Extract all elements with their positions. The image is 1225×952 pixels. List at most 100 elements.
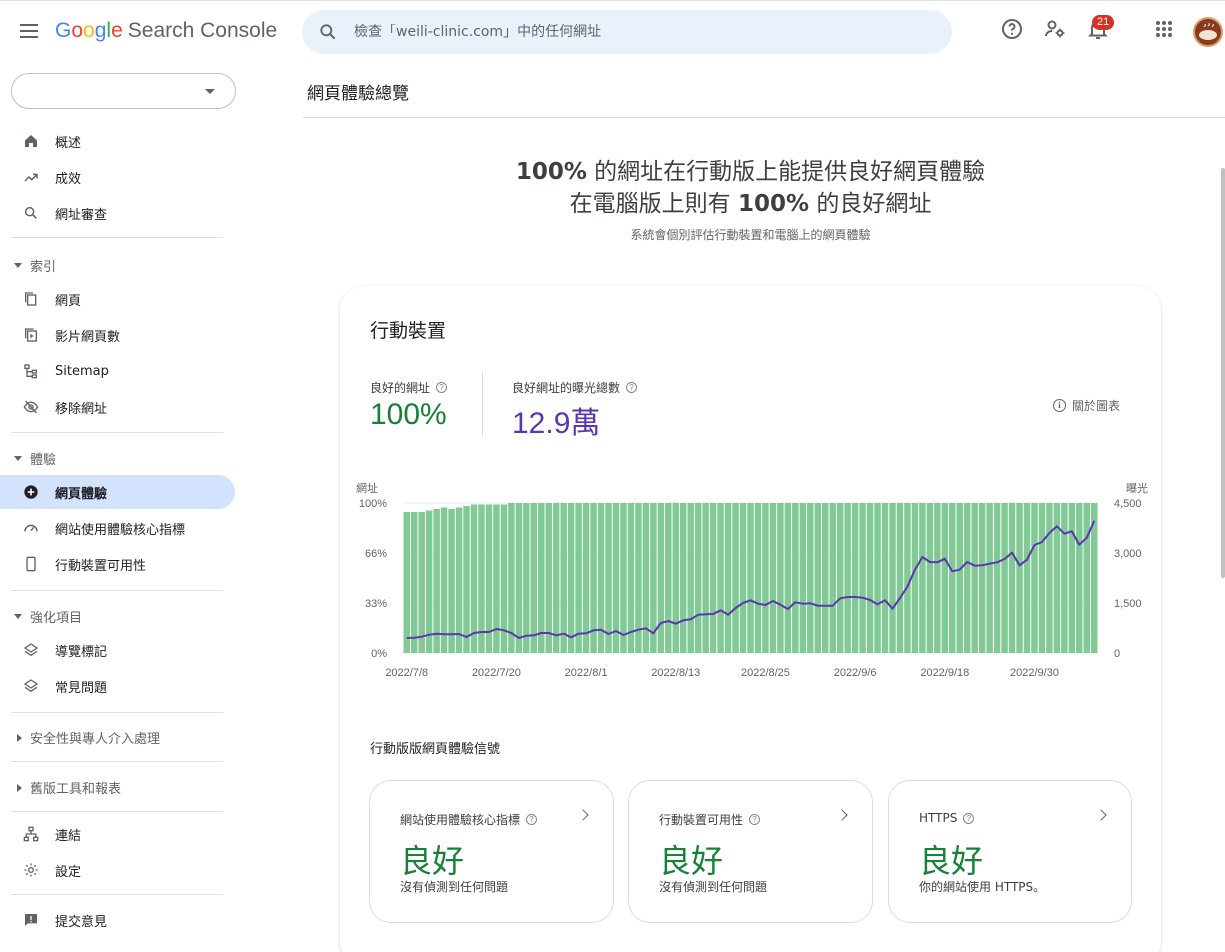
bar-good-urls [523, 503, 530, 653]
sidebar-item-page-experience[interactable]: 網頁體驗 [0, 475, 235, 509]
bar-good-urls [672, 503, 680, 653]
bar-good-urls [1076, 503, 1083, 653]
x-tick-label: 2022/7/8 [385, 667, 428, 679]
hero-desktop-summary: 在電腦版上則有 100% 的良好網址 [303, 184, 1198, 218]
bar-good-urls [455, 507, 463, 653]
y-tick-right: 0 [1114, 648, 1120, 660]
search-input[interactable] [354, 24, 914, 40]
bar-good-urls [1068, 503, 1076, 653]
bar-good-urls [552, 503, 560, 653]
sidebar-item-overview[interactable]: 概述 [0, 124, 235, 158]
sidebar-item-video-pages[interactable]: 影片網頁數 [0, 318, 235, 352]
signal-card-https[interactable]: HTTPS? 良好 你的網站使用 HTTPS。 [888, 780, 1132, 923]
sidebar-item-links[interactable]: 連結 [0, 817, 235, 851]
signal-label-text: 網站使用體驗核心指標 [400, 813, 521, 827]
bar-good-urls [978, 503, 986, 653]
y-tick-left: 0% [371, 648, 387, 660]
hero-desktop-text-post: 的良好網址 [809, 191, 932, 217]
sidebar-item-feedback[interactable]: 提交意見 [0, 903, 235, 937]
sidebar-item-label: Sitemap [55, 363, 109, 379]
bar-good-urls [425, 510, 433, 653]
x-tick-label: 2022/9/30 [1010, 667, 1059, 679]
good-urls-chart: 網址 曝光 0% 33% 66% 100% 0 1,500 3,000 4,500 2022/7/8… [356, 481, 1148, 679]
help-circle-icon[interactable]: ? [626, 382, 638, 393]
section-header-security[interactable]: 安全性與專人介入處理 [14, 728, 160, 747]
help-circle-icon[interactable]: ? [963, 812, 975, 824]
sidebar-item-settings[interactable]: 設定 [0, 853, 235, 887]
divider [11, 432, 223, 433]
section-label: 舊版工具和報表 [30, 782, 122, 797]
signal-status: 良好 [400, 842, 465, 880]
sidebar-item-performance[interactable]: 成效 [0, 160, 235, 194]
signal-card-mobile-usability[interactable]: 行動裝置可用性? 良好 沒有偵測到任何問題 [628, 780, 873, 923]
app-logo[interactable]: Google Search Console [55, 19, 277, 43]
manage-users-icon[interactable] [1043, 17, 1067, 41]
bar-good-urls [1038, 503, 1046, 653]
sidebar-item-faq[interactable]: 常見問題 [0, 669, 235, 703]
account-avatar[interactable] [1193, 17, 1223, 47]
y-tick-right: 1,500 [1114, 598, 1142, 610]
bar-good-urls [986, 503, 993, 653]
section-label: 強化項目 [30, 611, 83, 626]
bar-good-urls [545, 503, 552, 653]
divider [11, 237, 223, 238]
x-tick-label: 2022/8/25 [741, 667, 790, 679]
sidebar-item-label: 行動裝置可用性 [55, 558, 147, 574]
bar-good-urls [1023, 503, 1031, 653]
help-circle-icon[interactable]: ? [749, 814, 761, 825]
chevron-right-icon [1095, 809, 1107, 821]
help-circle-icon[interactable]: ? [436, 382, 448, 393]
divider [303, 117, 1225, 118]
section-header-enhancements[interactable]: 強化項目 [14, 607, 82, 626]
bar-good-urls [821, 503, 829, 653]
hero-desktop-percent: 100% [737, 191, 810, 217]
metric-good-urls-value: 100% [370, 398, 447, 431]
signal-card-core-web-vitals[interactable]: 網站使用體驗核心指標? 良好 沒有偵測到任何問題 [369, 780, 614, 923]
url-inspection-search[interactable] [302, 10, 952, 54]
removals-icon [22, 398, 40, 416]
apps-grid-icon[interactable] [1152, 17, 1176, 41]
hero-subtitle: 系統會個別評估行動裝置和電腦上的網頁體驗 [630, 228, 871, 242]
bar-good-urls [844, 503, 851, 653]
bar-good-urls [463, 506, 470, 653]
section-header-experience[interactable]: 體驗 [14, 449, 56, 468]
section-header-legacy[interactable]: 舊版工具和報表 [14, 778, 121, 797]
metric-good-urls-label: 良好的網址? [370, 379, 448, 396]
main-menu-icon[interactable] [16, 20, 42, 46]
bar-good-urls [1083, 503, 1091, 653]
product-name: Search Console [127, 19, 278, 42]
notification-count-badge: 21 [1092, 15, 1115, 30]
metric-impressions-label: 良好網址的曝光總數? [512, 379, 638, 396]
sidebar-item-pages[interactable]: 網頁 [0, 282, 235, 316]
x-tick-label: 2022/9/18 [920, 667, 969, 679]
section-header-index[interactable]: 索引 [14, 256, 56, 275]
divider [11, 894, 223, 895]
bar-good-urls [665, 503, 672, 653]
property-selector[interactable] [11, 73, 236, 109]
bar-good-urls [956, 503, 963, 653]
bar-good-urls [807, 503, 814, 653]
metric-label-text: 良好的網址 [370, 381, 431, 395]
sidebar-item-core-web-vitals[interactable]: 網站使用體驗核心指標 [0, 511, 235, 545]
sidebar-item-sitemap[interactable]: Sitemap [0, 354, 235, 388]
metric-divider [482, 372, 483, 436]
divider [11, 761, 223, 762]
sidebar-item-breadcrumbs[interactable]: 導覽標記 [0, 633, 235, 667]
sidebar-item-url-inspection[interactable]: 網址審查 [0, 196, 235, 230]
page-scrollbar[interactable] [1221, 168, 1225, 578]
hero-desktop-text-pre: 在電腦版上則有 [569, 191, 738, 217]
bar-good-urls [470, 504, 478, 653]
chevron-right-icon [577, 809, 589, 821]
help-circle-icon[interactable]: ? [526, 814, 538, 825]
search-icon [22, 204, 40, 222]
about-chart-link[interactable]: i 關於圖表 [1053, 397, 1120, 414]
bar-good-urls [448, 509, 455, 653]
bar-good-urls [538, 503, 545, 653]
sidebar-item-mobile-usability[interactable]: 行動裝置可用性 [0, 547, 235, 581]
bar-good-urls [582, 503, 590, 653]
bar-good-urls [993, 503, 1001, 653]
about-chart-label: 關於圖表 [1072, 399, 1121, 413]
sidebar-item-removals[interactable]: 移除網址 [0, 390, 235, 424]
divider [11, 811, 223, 812]
help-icon[interactable] [1000, 17, 1024, 41]
